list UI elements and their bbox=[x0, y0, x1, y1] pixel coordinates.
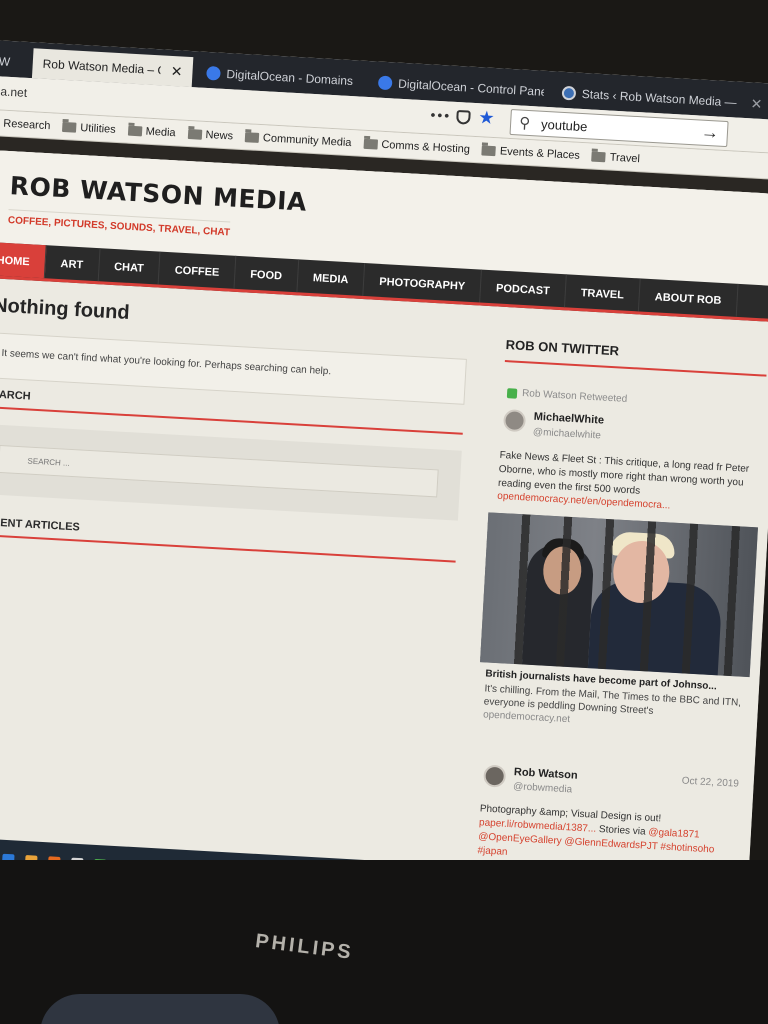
website: ROB WATSON MEDIA COFFEE, PICTURES, SOUND… bbox=[0, 149, 768, 934]
site-search-input[interactable] bbox=[0, 444, 439, 498]
bookmark-community-media[interactable]: Community Media bbox=[244, 131, 352, 149]
nav-food[interactable]: FOOD bbox=[234, 255, 299, 293]
tweet-author-handle[interactable]: @michaelwhite bbox=[533, 427, 601, 442]
bookmark-media[interactable]: Media bbox=[127, 124, 176, 139]
arrow-right-icon[interactable]: → bbox=[700, 122, 719, 144]
close-tab-icon[interactable]: ✕ bbox=[170, 62, 183, 80]
bookmark-label: Comms & Hosting bbox=[381, 138, 471, 156]
retweet-icon bbox=[506, 387, 518, 399]
bookmark-label: News bbox=[205, 128, 234, 142]
bookmark-label: Travel bbox=[609, 151, 641, 165]
folder-icon bbox=[244, 131, 260, 143]
image-bars bbox=[480, 512, 758, 678]
folder-icon bbox=[591, 151, 607, 162]
nav-chat[interactable]: CHAT bbox=[98, 248, 161, 285]
close-tab-icon[interactable]: ✕ bbox=[750, 95, 762, 113]
bookmark-utilities[interactable]: Utilities bbox=[62, 120, 116, 135]
pocket-icon[interactable] bbox=[456, 109, 471, 125]
digitalocean-icon bbox=[377, 75, 393, 91]
tab-label: Stats ‹ Rob Watson Media — bbox=[581, 86, 738, 110]
bookmark-star-icon[interactable]: ★ bbox=[478, 107, 495, 129]
desk-object bbox=[40, 994, 280, 1024]
search-widget bbox=[0, 423, 462, 521]
tab-label: DigitalOcean - Control Panel bbox=[397, 76, 545, 100]
monitor-screen: W Rob Watson Media – Coffee, Pictur ✕ Di… bbox=[0, 40, 768, 934]
tweet-author-name[interactable]: Rob Watson bbox=[514, 766, 578, 782]
photo-frame: W Rob Watson Media – Coffee, Pictur ✕ Di… bbox=[0, 0, 768, 1024]
tweet-author-name[interactable]: MichaelWhite bbox=[533, 411, 604, 427]
tab-label: DigitalOcean - Domains bbox=[226, 67, 354, 89]
avatar[interactable] bbox=[483, 764, 507, 788]
tweet-author-handle[interactable]: @robwmedia bbox=[513, 781, 573, 795]
bookmark-news[interactable]: News bbox=[187, 127, 233, 142]
retweet-label: Rob Watson Retweeted bbox=[506, 387, 628, 405]
nav-home[interactable]: HOME bbox=[0, 241, 47, 279]
avatar[interactable] bbox=[502, 409, 527, 433]
bookmark-research[interactable]: Research bbox=[0, 116, 51, 132]
bookmark-label: Utilities bbox=[79, 121, 117, 136]
tab-label: W bbox=[0, 54, 11, 69]
digitalocean-icon bbox=[206, 65, 221, 81]
folder-icon bbox=[481, 144, 497, 156]
nav-photography[interactable]: PHOTOGRAPHY bbox=[363, 263, 483, 303]
nav-podcast[interactable]: PODCAST bbox=[480, 269, 567, 308]
folder-icon bbox=[62, 121, 77, 133]
site-tagline: COFFEE, PICTURES, SOUNDS, TRAVEL, CHAT bbox=[7, 209, 231, 239]
retweet-text: Rob Watson Retweeted bbox=[521, 388, 628, 405]
folder-icon bbox=[363, 138, 378, 150]
bookmark-travel[interactable]: Travel bbox=[591, 150, 641, 165]
tab-previous[interactable]: W bbox=[0, 46, 30, 78]
wordpress-icon bbox=[561, 85, 577, 101]
main-content: Nothing found It seems we can't find wha… bbox=[0, 288, 479, 874]
nav-travel[interactable]: TRAVEL bbox=[564, 274, 641, 312]
url-bar[interactable]: dia.net bbox=[0, 84, 28, 100]
folder-icon bbox=[187, 128, 202, 140]
tweet-date[interactable]: Oct 22, 2019 bbox=[681, 776, 739, 790]
monitor-brand-logo: PHILIPS bbox=[254, 930, 355, 964]
site-title[interactable]: ROB WATSON MEDIA bbox=[9, 171, 308, 217]
bookmark-events-places[interactable]: Events & Places bbox=[481, 144, 581, 162]
tab-label: Rob Watson Media – Coffee, Pictur bbox=[42, 56, 162, 78]
recent-articles-title: RECENT ARTICLES bbox=[0, 515, 457, 563]
page-actions-icon[interactable]: ••• bbox=[430, 106, 452, 123]
bookmark-comms-hosting[interactable]: Comms & Hosting bbox=[363, 137, 470, 155]
bookmark-label: Events & Places bbox=[499, 144, 581, 162]
search-value: youtube bbox=[540, 116, 588, 135]
search-icon: ⚲ bbox=[518, 114, 531, 133]
folder-icon bbox=[127, 125, 142, 136]
twitter-widget-title: ROB ON TWITTER bbox=[504, 337, 768, 377]
tweet-text-plain: Stories via bbox=[595, 823, 649, 838]
nav-art[interactable]: ART bbox=[44, 245, 101, 282]
nav-about-rob[interactable]: ABOUT ROB bbox=[639, 278, 739, 317]
tweet-card-image[interactable] bbox=[480, 512, 758, 678]
sidebar: ROB ON TWITTER Rob Watson Retweeted Mich… bbox=[466, 337, 768, 921]
page-title: Nothing found bbox=[0, 294, 131, 324]
bookmark-label: Media bbox=[145, 125, 176, 139]
bookmark-label: Community Media bbox=[262, 131, 352, 149]
monitor-bezel: PHILIPS bbox=[0, 860, 768, 1024]
not-found-message: It seems we can't find what you're looki… bbox=[1, 347, 332, 378]
bookmark-label: Research bbox=[3, 117, 51, 132]
nav-media[interactable]: MEDIA bbox=[297, 259, 366, 297]
nav-coffee[interactable]: COFFEE bbox=[158, 251, 237, 289]
